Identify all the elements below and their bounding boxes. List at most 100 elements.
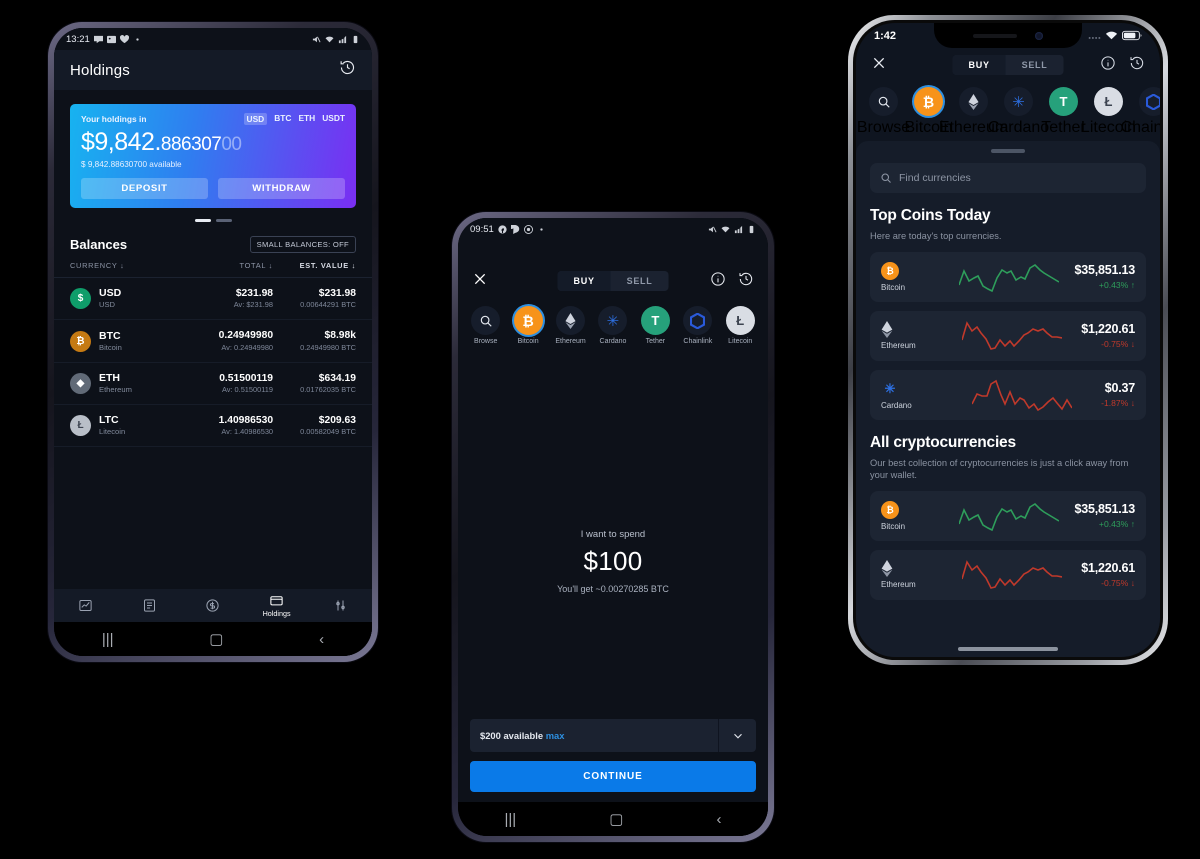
close-icon[interactable] xyxy=(871,55,887,76)
tab-sell[interactable]: SELL xyxy=(1006,55,1064,75)
coin-tether[interactable]: T Tether xyxy=(638,306,673,345)
chevron-down-icon[interactable] xyxy=(718,719,756,752)
coin-selector[interactable]: Browse ₿ Bitcoin Ethereum ✳ Cardano T Te… xyxy=(458,300,768,349)
coin-price: $0.37 xyxy=(1104,381,1135,396)
currency-option-usdt[interactable]: USDT xyxy=(322,113,345,125)
list-item[interactable]: ₿ Bitcoin $35,851.13 +0.43% ↑ xyxy=(870,490,1146,541)
coin-change: -1.87% ↓ xyxy=(1101,398,1135,409)
coin-glyph: T xyxy=(1059,94,1068,109)
list-item[interactable]: ₿ Bitcoin $35,851.13 +0.43% ↑ xyxy=(870,251,1146,302)
coin-tether[interactable]: T Tether xyxy=(1041,87,1086,137)
tab-buy[interactable]: BUY xyxy=(952,55,1006,75)
table-row[interactable]: ◆ ETH Ethereum 0.51500119 Av: 0.51500119 xyxy=(54,363,372,406)
recents-icon[interactable]: ||| xyxy=(102,632,114,647)
search-icon xyxy=(881,173,891,183)
coin-selector[interactable]: Browse ₿ Bitcoin Ethereum ✳ Cardano T Te… xyxy=(856,82,1160,140)
sheet-grabber[interactable] xyxy=(991,149,1025,153)
cardano-icon[interactable]: ✳ xyxy=(1004,87,1033,116)
bitcoin-icon[interactable]: ₿ xyxy=(914,87,943,116)
back-icon[interactable]: ‹ xyxy=(319,632,324,647)
column-total[interactable]: TOTAL ↓ xyxy=(190,261,273,270)
currency-switcher[interactable]: USD BTC ETH USDT xyxy=(243,113,345,125)
history-icon[interactable] xyxy=(339,59,356,81)
info-icon[interactable] xyxy=(1100,55,1116,76)
coin-ethereum[interactable]: Ethereum xyxy=(553,306,588,345)
spend-amount[interactable]: $100 xyxy=(583,546,642,577)
row-currency: ₿ BTC Bitcoin xyxy=(70,330,190,353)
home-indicator[interactable] xyxy=(958,647,1058,651)
coin-browse[interactable]: Browse xyxy=(857,87,910,137)
coin-litecoin[interactable]: Ł Litecoin xyxy=(723,306,758,345)
chainlink-icon[interactable] xyxy=(1139,87,1160,116)
buy-footer: $200 available max CONTINUE xyxy=(458,719,768,802)
tether-icon[interactable]: T xyxy=(640,306,670,335)
info-icon[interactable] xyxy=(710,271,726,292)
row-total: 0.24949980 Av: 0.24949980 xyxy=(190,329,273,352)
home-icon[interactable]: ▢ xyxy=(209,632,223,647)
tether-icon[interactable]: T xyxy=(1049,87,1078,116)
recents-icon[interactable]: ||| xyxy=(505,812,517,827)
litecoin-icon[interactable]: Ł xyxy=(1094,87,1123,116)
coin-glyph: ◆ xyxy=(76,377,85,389)
home-icon[interactable]: ▢ xyxy=(609,812,623,827)
coin-cardano[interactable]: ✳ Cardano xyxy=(595,306,630,345)
search-icon[interactable] xyxy=(869,87,898,116)
payment-source-field[interactable]: $200 available max xyxy=(470,719,756,752)
coin-change: +0.43% ↑ xyxy=(1098,519,1135,530)
back-icon[interactable]: ‹ xyxy=(716,812,721,827)
coin-browse[interactable]: Browse xyxy=(468,306,503,345)
pager-dot-active[interactable] xyxy=(194,219,211,222)
column-currency[interactable]: CURRENCY ↓ xyxy=(70,261,190,270)
bitcoin-icon[interactable]: ₿ xyxy=(513,306,543,335)
currency-option-btc[interactable]: BTC xyxy=(274,113,291,125)
buy-sell-switch[interactable]: BUY SELL xyxy=(557,271,669,291)
coin-cardano[interactable]: ✳ Cardano xyxy=(988,87,1049,137)
list-item[interactable]: Ethereum $1,220.61 -0.75% ↓ xyxy=(870,549,1146,600)
table-row[interactable]: Ł LTC Litecoin 1.40986530 Av: 1.40986530 xyxy=(54,405,372,448)
pager-dot[interactable] xyxy=(215,219,232,222)
column-est-value[interactable]: EST. VALUE ↓ xyxy=(273,261,356,270)
tab-buy[interactable]: BUY xyxy=(557,271,611,291)
close-icon[interactable] xyxy=(472,271,488,292)
row-total-avg: Av: 1.40986530 xyxy=(221,427,274,437)
withdraw-button[interactable]: WITHDRAW xyxy=(218,178,345,199)
table-row[interactable]: ₿ BTC Bitcoin 0.24949980 Av: 0.24949980 xyxy=(54,320,372,363)
litecoin-icon[interactable]: Ł xyxy=(725,306,755,335)
ethereum-icon[interactable] xyxy=(556,306,586,335)
search-input[interactable]: Find currencies xyxy=(870,163,1146,193)
cardano-icon[interactable]: ✳ xyxy=(598,306,628,335)
table-row[interactable]: $ USD USD $231.98 Av: $231.98 $231.98 0.… xyxy=(54,278,372,321)
holdings-summary-card[interactable]: Your holdings in USD BTC ETH USDT $9,842… xyxy=(70,104,356,208)
tab-sell[interactable]: SELL xyxy=(611,271,669,291)
tab-funds[interactable] xyxy=(181,598,245,613)
status-time: 1:42 xyxy=(874,29,897,42)
continue-button[interactable]: CONTINUE xyxy=(470,761,756,792)
row-total-avg: Av: $231.98 xyxy=(233,300,274,310)
facebook-icon xyxy=(498,224,507,234)
coin-price: $35,851.13 xyxy=(1074,502,1135,517)
chainlink-icon[interactable] xyxy=(683,306,713,335)
coin-label: Ethereum xyxy=(555,338,586,345)
tab-markets[interactable] xyxy=(54,598,118,613)
small-balances-toggle[interactable]: SMALL BALANCES: OFF xyxy=(249,236,356,253)
coin-chainlink[interactable]: Chainlink xyxy=(1121,87,1160,137)
history-icon[interactable] xyxy=(738,271,754,292)
coin-chainlink[interactable]: Chainlink xyxy=(680,306,715,345)
android-device-frame: 09:51 BUY SELL Browse ₿ Bitcoin Ethereum… xyxy=(452,212,774,842)
currency-option-eth[interactable]: ETH xyxy=(298,113,315,125)
list-item[interactable]: Ethereum $1,220.61 -0.75% ↓ xyxy=(870,310,1146,361)
phone-holdings: 13:21 Holdings Your holdings in USD BTC … xyxy=(48,22,378,662)
ethereum-icon[interactable] xyxy=(959,87,988,116)
coin-bitcoin[interactable]: ₿ Bitcoin xyxy=(510,306,545,345)
currency-option-usd[interactable]: USD xyxy=(243,113,268,125)
history-icon[interactable] xyxy=(1129,55,1145,76)
mute-icon xyxy=(708,226,717,232)
search-icon[interactable] xyxy=(471,306,501,335)
list-item[interactable]: ✳ Cardano $0.37 -1.87% ↓ xyxy=(870,369,1146,420)
tab-holdings[interactable]: Holdings xyxy=(245,593,309,618)
tab-orders[interactable] xyxy=(118,598,182,613)
tab-settings[interactable] xyxy=(308,598,372,613)
max-link[interactable]: max xyxy=(546,730,565,741)
buy-sell-switch[interactable]: BUY SELL xyxy=(952,55,1064,75)
deposit-button[interactable]: DEPOSIT xyxy=(81,178,208,199)
